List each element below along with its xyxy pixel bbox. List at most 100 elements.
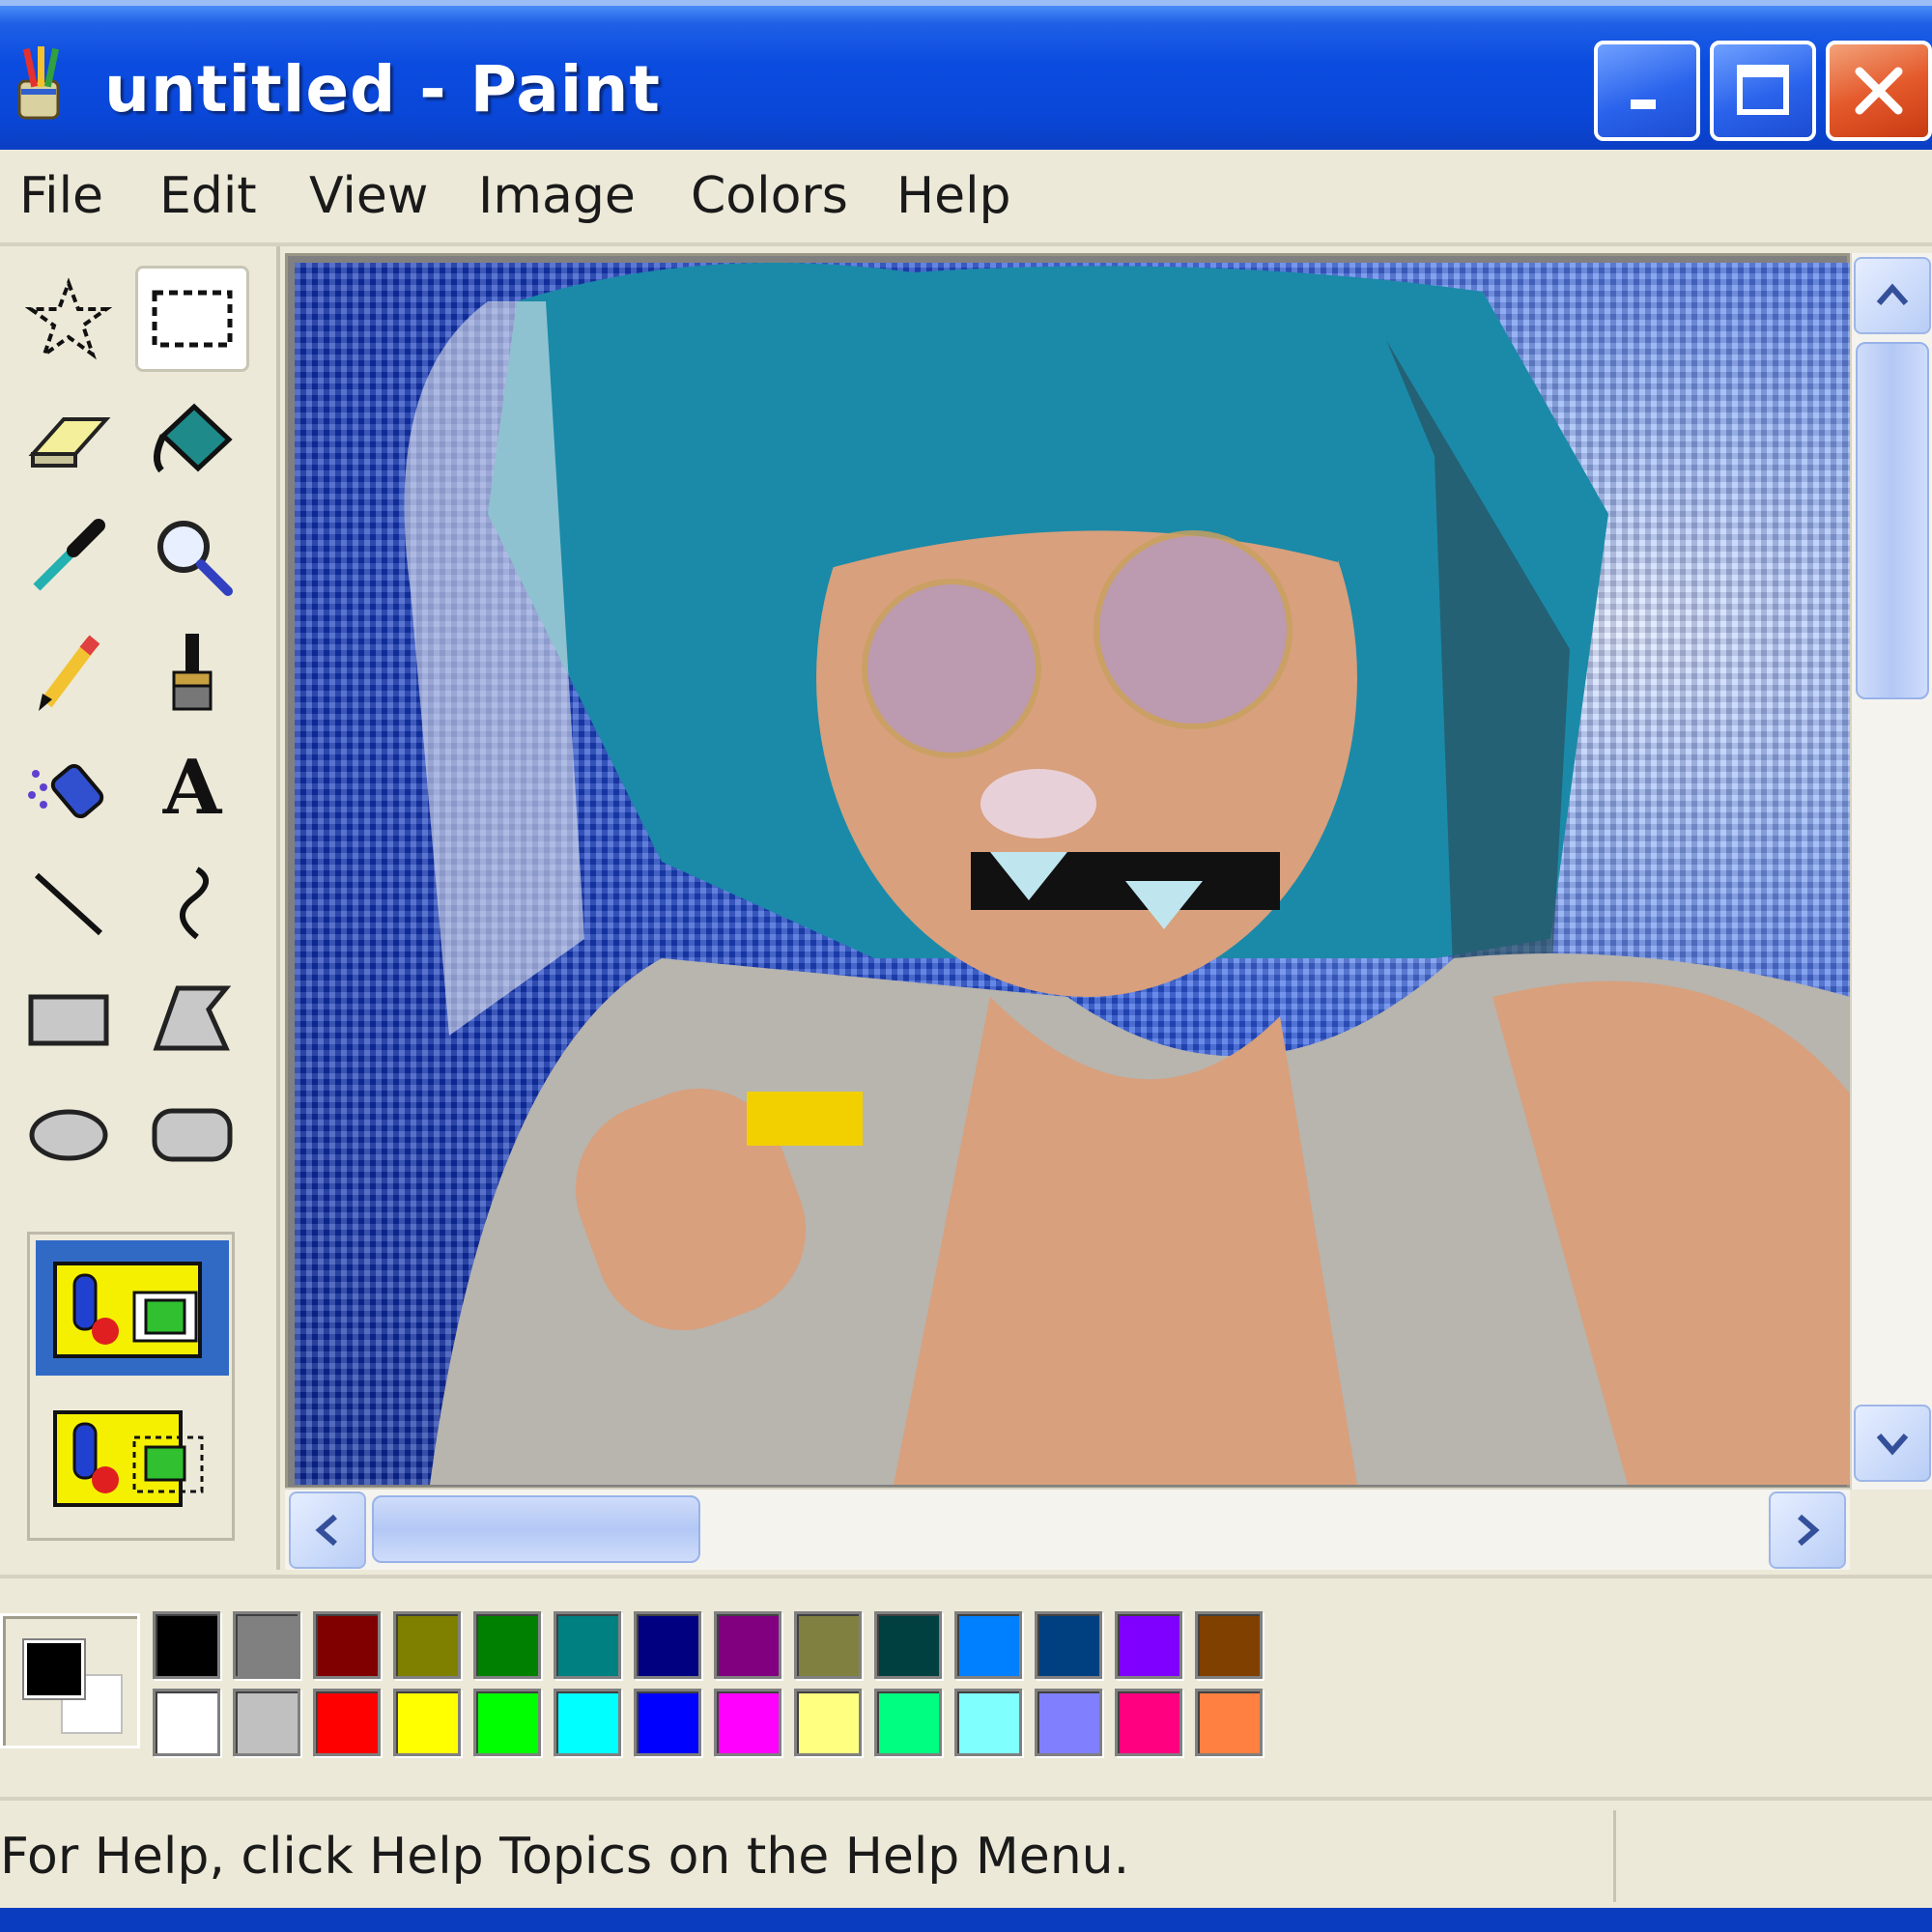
vertical-scroll-thumb[interactable]: [1856, 342, 1929, 699]
minimize-button[interactable]: [1594, 41, 1700, 141]
horizontal-scroll-thumb[interactable]: [372, 1495, 700, 1563]
tool-ellipse[interactable]: [12, 1082, 126, 1188]
chevron-down-icon: [1876, 1434, 1909, 1456]
paint-bucket-icon: [154, 403, 233, 473]
rect-select-icon: [152, 290, 233, 348]
status-divider: [1613, 1810, 1616, 1902]
palette-swatch[interactable]: [233, 1611, 300, 1679]
tool-pick-color[interactable]: [12, 502, 126, 609]
tool-curve[interactable]: [135, 850, 249, 956]
tool-rounded-rectangle[interactable]: [135, 1082, 249, 1188]
drawing-canvas[interactable]: [295, 263, 1850, 1485]
palette-swatch[interactable]: [794, 1611, 862, 1679]
scroll-right-button[interactable]: [1769, 1492, 1846, 1569]
menu-help[interactable]: Help: [896, 167, 1011, 225]
star-select-icon: [25, 277, 112, 360]
tool-line[interactable]: [12, 850, 126, 956]
menu-edit[interactable]: Edit: [159, 167, 257, 225]
tool-magnifier[interactable]: [135, 502, 249, 609]
palette-swatch[interactable]: [634, 1611, 701, 1679]
palette-swatch[interactable]: [313, 1689, 381, 1756]
airbrush-icon: [28, 763, 104, 819]
palette-swatch[interactable]: [874, 1611, 942, 1679]
chevron-right-icon: [1798, 1514, 1820, 1547]
tool-options-panel: [27, 1232, 235, 1541]
tool-fill-with-color[interactable]: [135, 386, 249, 493]
foreground-color-swatch: [24, 1640, 84, 1698]
palette-swatch[interactable]: [954, 1689, 1022, 1756]
menu-file[interactable]: File: [19, 167, 103, 225]
current-colors-indicator: [0, 1613, 140, 1748]
palette-swatch[interactable]: [393, 1689, 461, 1756]
opaque-selection-icon: [53, 1262, 202, 1358]
menu-bar: File Edit View Image Colors Help: [0, 150, 1932, 246]
tool-text[interactable]: A: [135, 734, 249, 840]
palette-swatch[interactable]: [954, 1611, 1022, 1679]
palette-swatch[interactable]: [874, 1689, 942, 1756]
palette-swatch[interactable]: [714, 1611, 781, 1679]
maximize-icon: [1737, 65, 1789, 115]
ellipse-icon: [29, 1109, 108, 1161]
close-icon: [1855, 67, 1903, 115]
tool-polygon[interactable]: [135, 966, 249, 1072]
close-button[interactable]: [1826, 41, 1932, 141]
palette-swatch[interactable]: [1035, 1689, 1102, 1756]
scroll-left-button[interactable]: [289, 1492, 366, 1569]
scroll-down-button[interactable]: [1854, 1405, 1931, 1482]
palette-swatch[interactable]: [153, 1689, 220, 1756]
palette-swatch[interactable]: [233, 1689, 300, 1756]
tool-brush[interactable]: [135, 618, 249, 724]
tool-eraser[interactable]: [12, 386, 126, 493]
rectangle-icon: [28, 994, 109, 1046]
window-bottom-border: [0, 1908, 1932, 1932]
palette-swatch[interactable]: [794, 1689, 862, 1756]
photo-placeholder: [404, 263, 1850, 1485]
option-opaque-selection[interactable]: [36, 1240, 229, 1376]
palette-swatch[interactable]: [313, 1611, 381, 1679]
text-icon: A: [162, 743, 222, 832]
status-text: For Help, click Help Topics on the Help …: [0, 1828, 1130, 1886]
horizontal-scrollbar[interactable]: [285, 1488, 1850, 1570]
palette-swatch[interactable]: [153, 1611, 220, 1679]
palette-swatch[interactable]: [1195, 1611, 1263, 1679]
eraser-icon: [28, 417, 111, 468]
tool-select[interactable]: [135, 266, 249, 372]
palette-swatch[interactable]: [1115, 1689, 1182, 1756]
palette-swatch[interactable]: [1035, 1611, 1102, 1679]
pencil-icon: [39, 635, 100, 711]
polygon-icon: [153, 985, 232, 1051]
line-icon: [34, 872, 103, 936]
palette-swatch[interactable]: [473, 1611, 541, 1679]
color-palette: [0, 1575, 1932, 1797]
tool-rectangle[interactable]: [12, 966, 126, 1072]
chevron-up-icon: [1876, 283, 1909, 305]
vertical-scrollbar[interactable]: [1850, 253, 1932, 1490]
menu-colors[interactable]: Colors: [691, 167, 848, 225]
tool-free-form-select[interactable]: [12, 266, 126, 372]
window-title: untitled - Paint: [104, 52, 661, 127]
curve-icon: [180, 867, 209, 940]
tool-pencil[interactable]: [12, 618, 126, 724]
eyedropper-icon: [33, 519, 105, 591]
paint-app-icon: [17, 46, 60, 120]
brush-icon: [172, 634, 213, 711]
magnifier-icon: [157, 521, 233, 596]
option-transparent-selection[interactable]: [36, 1389, 229, 1524]
menu-view[interactable]: View: [309, 167, 428, 225]
menu-image[interactable]: Image: [478, 167, 636, 225]
palette-swatch[interactable]: [634, 1689, 701, 1756]
chevron-left-icon: [315, 1514, 337, 1547]
title-bar: untitled - Paint: [0, 0, 1932, 150]
palette-swatch[interactable]: [1195, 1689, 1263, 1756]
palette-swatch[interactable]: [473, 1689, 541, 1756]
palette-swatch[interactable]: [714, 1689, 781, 1756]
tool-airbrush[interactable]: [12, 734, 126, 840]
transparent-selection-icon: [53, 1410, 204, 1507]
palette-swatch[interactable]: [554, 1689, 621, 1756]
palette-swatch[interactable]: [1115, 1611, 1182, 1679]
scroll-up-button[interactable]: [1854, 257, 1931, 334]
rounded-rect-icon: [152, 1108, 233, 1162]
palette-swatch[interactable]: [393, 1611, 461, 1679]
palette-swatch[interactable]: [554, 1611, 621, 1679]
maximize-button[interactable]: [1710, 41, 1816, 141]
